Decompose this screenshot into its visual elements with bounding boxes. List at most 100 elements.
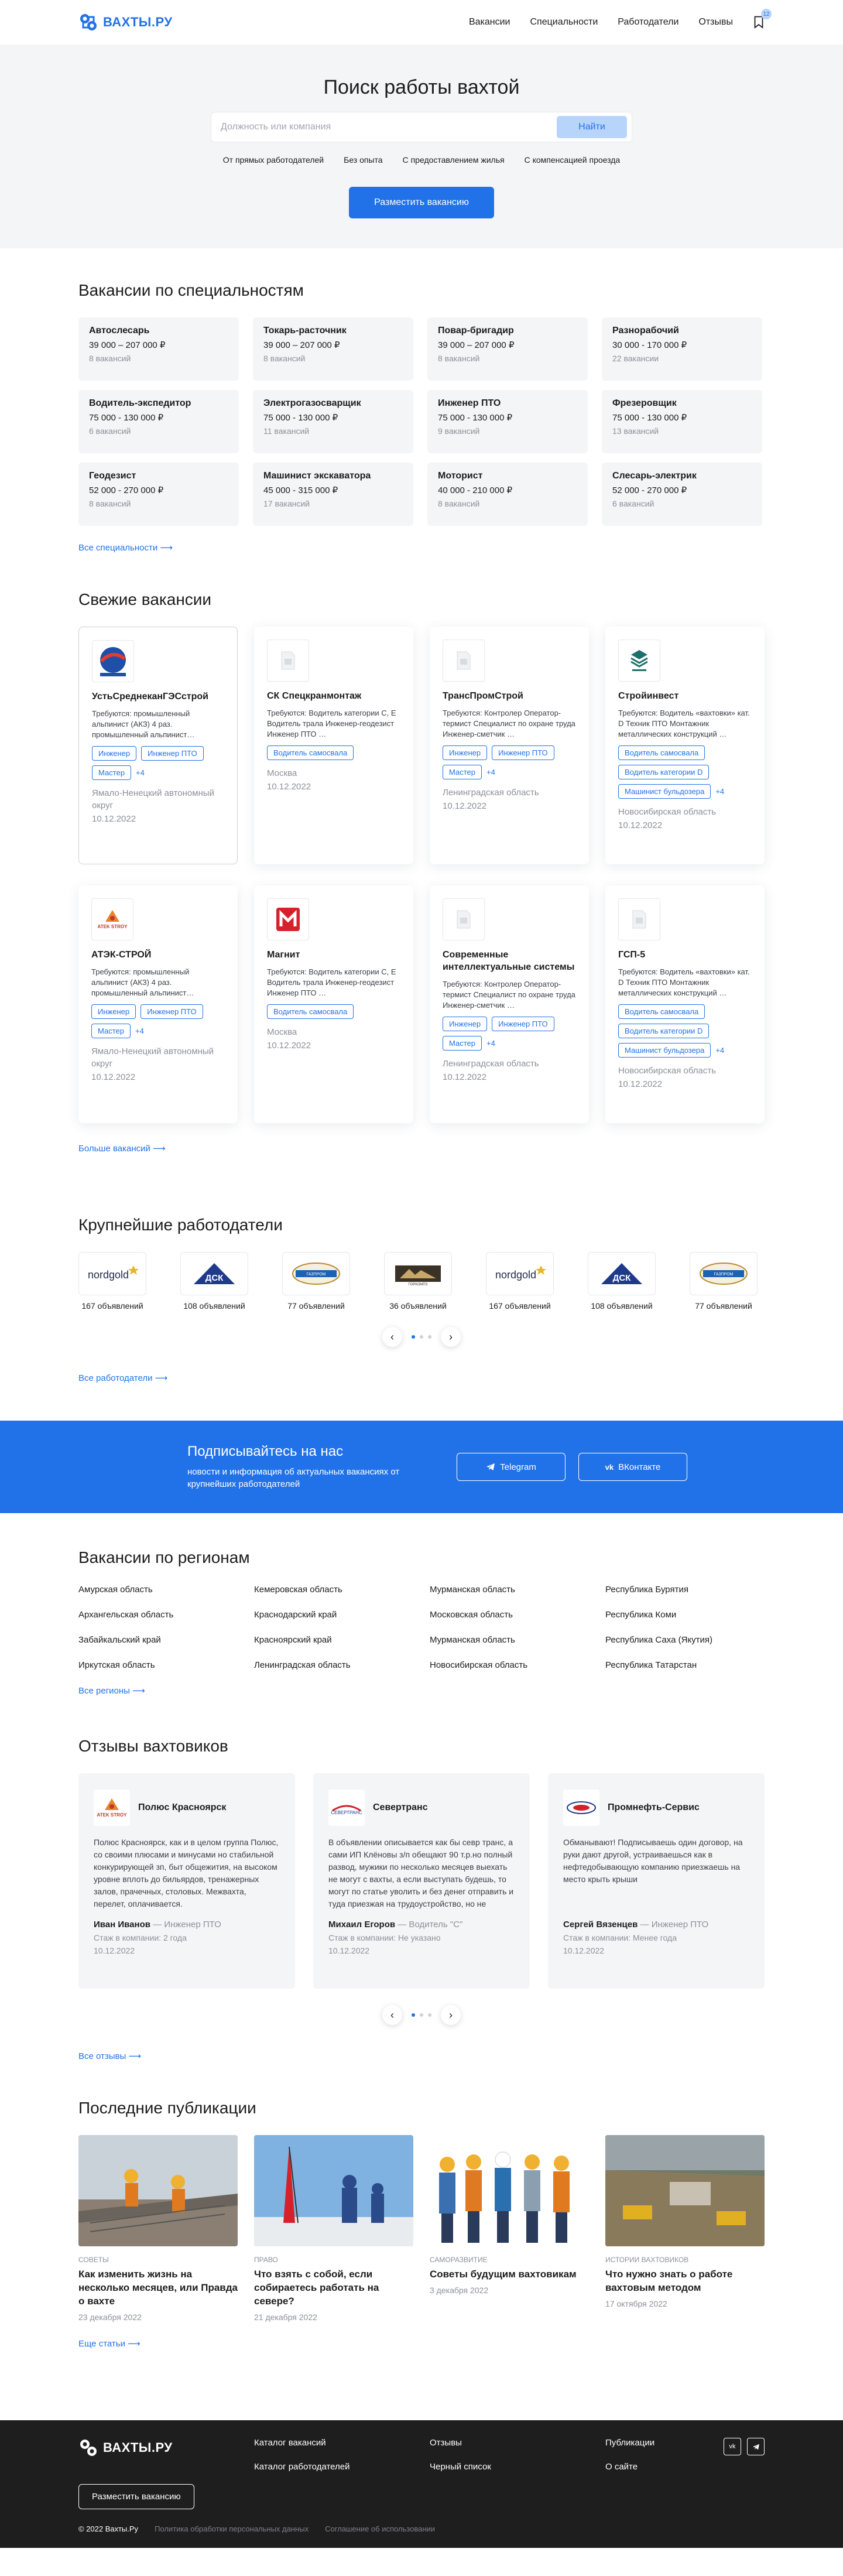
specialty-card[interactable]: Водитель-экспедитор 75 000 - 130 000 ₽ 6 в… xyxy=(78,390,239,453)
all-regions-link[interactable]: Все регионы ⟶ xyxy=(78,1685,145,1696)
telegram-icon[interactable] xyxy=(747,2438,765,2455)
next-arrow-icon[interactable]: › xyxy=(441,1327,461,1347)
region-link[interactable]: Амурская область xyxy=(78,1585,254,1595)
vacancy-card[interactable]: Стройинвест Требуются: Водитель «вахтовки… xyxy=(605,627,765,864)
filter-no-experience[interactable]: Без опыта xyxy=(344,155,382,165)
slider-dot[interactable] xyxy=(428,1335,431,1339)
vacancy-tag[interactable]: Водитель категории D xyxy=(618,765,710,779)
vacancy-card[interactable]: Магнит Требуются: Водитель категории С, Е… xyxy=(254,885,413,1123)
region-link[interactable]: Красноярский край xyxy=(254,1635,430,1645)
specialty-card[interactable]: Автослесарь 39 000 – 207 000 ₽ 8 вакансий xyxy=(78,317,239,381)
prev-arrow-icon[interactable]: ‹ xyxy=(382,2005,402,2025)
slider-dot[interactable] xyxy=(412,1335,415,1339)
footer-link-blacklist[interactable]: Черный список xyxy=(430,2462,491,2472)
vacancy-tag[interactable]: Инженер ПТО xyxy=(140,1004,203,1019)
footer-link-reviews[interactable]: Отзывы xyxy=(430,2438,462,2448)
employer-item[interactable]: ДСК 108 объявлений xyxy=(180,1252,255,1311)
vacancy-tag[interactable]: Инженер ПТО xyxy=(492,1017,554,1031)
company-name[interactable]: ГСП-5 xyxy=(618,949,752,961)
review-company[interactable]: Промнефть-Сервис xyxy=(608,1802,700,1813)
filter-direct-employers[interactable]: От прямых работодателей xyxy=(223,155,324,165)
company-name[interactable]: УстьСреднеканГЭСстрой xyxy=(92,690,224,703)
vacancy-tag[interactable]: Инженер ПТО xyxy=(492,745,554,760)
specialty-card[interactable]: Разнорабочий 30 000 - 170 000 ₽ 22 ваканси… xyxy=(602,317,762,381)
region-link[interactable]: Кемеровская область xyxy=(254,1585,430,1595)
nav-employers[interactable]: Работодатели xyxy=(618,17,678,28)
filter-housing[interactable]: С предоставлением жилья xyxy=(403,155,505,165)
region-link[interactable]: Московская область xyxy=(430,1610,605,1620)
more-tags-link[interactable]: +4 xyxy=(715,1046,724,1055)
filter-travel-compensation[interactable]: С компенсацией проезда xyxy=(525,155,621,165)
company-name[interactable]: Магнит xyxy=(267,949,400,961)
specialty-card[interactable]: Повар-бригадир 39 000 – 207 000 ₽ 8 ваканс… xyxy=(427,317,588,381)
more-tags-link[interactable]: +4 xyxy=(715,787,724,796)
vacancy-tag[interactable]: Инженер xyxy=(91,1004,136,1019)
specialty-card[interactable]: Фрезеровщик 75 000 - 130 000 ₽ 13 вакансий xyxy=(602,390,762,453)
vacancy-tag[interactable]: Инженер xyxy=(443,745,488,760)
nav-reviews[interactable]: Отзывы xyxy=(698,17,733,28)
slider-dot[interactable] xyxy=(412,2013,415,2017)
search-input[interactable] xyxy=(221,122,557,132)
company-name[interactable]: Современные интеллектуальные системы xyxy=(443,949,576,973)
vacancy-tag[interactable]: Мастер xyxy=(91,1024,131,1038)
region-link[interactable]: Республика Татарстан xyxy=(605,1660,781,1670)
vacancy-card[interactable]: ATEK STROY АТЭК-СТРОЙ Требуются: промышлен… xyxy=(78,885,238,1123)
footer-post-vacancy-button[interactable]: Разместить вакансию xyxy=(78,2484,194,2509)
specialty-card[interactable]: Машинист экскаватора 45 000 - 315 000 ₽ 17… xyxy=(253,463,413,526)
vacancy-tag[interactable]: Мастер xyxy=(443,1036,482,1051)
vacancy-card[interactable]: СК Спецкранмонтаж Требуются: Водитель кат… xyxy=(254,627,413,864)
specialty-card[interactable]: Слесарь-электрик 52 000 - 270 000 ₽ 6 вака… xyxy=(602,463,762,526)
review-company[interactable]: Севертранс xyxy=(373,1802,428,1813)
footer-logo[interactable]: ВАХТЫ.РУ xyxy=(78,2438,254,2458)
vacancy-card[interactable]: УстьСреднеканГЭСстрой Требуются: промышле… xyxy=(78,627,238,864)
slider-dot[interactable] xyxy=(420,1335,423,1339)
region-link[interactable]: Иркутская область xyxy=(78,1660,254,1670)
specialty-card[interactable]: Геодезист 52 000 - 270 000 ₽ 8 вакансий xyxy=(78,463,239,526)
specialty-card[interactable]: Моторист 40 000 - 210 000 ₽ 8 вакансий xyxy=(427,463,588,526)
region-link[interactable]: Республика Бурятия xyxy=(605,1585,781,1595)
nav-specialties[interactable]: Специальности xyxy=(530,17,598,28)
region-link[interactable]: Республика Саха (Якутия) xyxy=(605,1635,781,1645)
all-specialties-link[interactable]: Все специальности ⟶ xyxy=(78,542,173,553)
company-name[interactable]: СК Спецкранмонтаж xyxy=(267,690,400,702)
more-tags-link[interactable]: +4 xyxy=(136,768,145,777)
employer-item[interactable]: ГАЗПРОМ 77 объявлений xyxy=(282,1252,357,1311)
terms-link[interactable]: Соглашение об использовании xyxy=(325,2524,435,2533)
vacancy-tag[interactable]: Машинист бульдозера xyxy=(618,1043,711,1058)
company-name[interactable]: АТЭК-СТРОЙ xyxy=(91,949,225,961)
slider-dot[interactable] xyxy=(420,2013,423,2017)
region-link[interactable]: Забайкальский край xyxy=(78,1635,254,1645)
specialty-card[interactable]: Инженер ПТО 75 000 - 130 000 ₽ 9 вакансий xyxy=(427,390,588,453)
vacancy-tag[interactable]: Мастер xyxy=(443,765,482,779)
company-name[interactable]: ТрансПромСтрой xyxy=(443,690,576,702)
privacy-policy-link[interactable]: Политика обработки персональных данных xyxy=(155,2524,309,2533)
vacancy-tag[interactable]: Водитель самосвала xyxy=(618,1004,705,1019)
all-employers-link[interactable]: Все работодатели ⟶ xyxy=(78,1373,167,1383)
vacancy-tag[interactable]: Водитель самосвала xyxy=(618,745,705,760)
footer-link-publications[interactable]: Публикации xyxy=(605,2438,654,2448)
vacancy-card[interactable]: Современные интеллектуальные системы Треб… xyxy=(430,885,589,1123)
vk-button[interactable]: vk ВКонтакте xyxy=(578,1453,687,1481)
vacancy-tag[interactable]: Водитель категории D xyxy=(618,1024,710,1038)
employer-item[interactable]: nordgold 167 объявлений xyxy=(486,1252,561,1311)
site-logo[interactable]: ВАХТЫ.РУ xyxy=(78,12,173,32)
vacancy-tag[interactable]: Машинист бульдозера xyxy=(618,784,711,799)
more-vacancies-link[interactable]: Больше вакансий ⟶ xyxy=(78,1143,166,1154)
footer-link-about[interactable]: О сайте xyxy=(605,2462,638,2472)
vacancy-card[interactable]: ТрансПромСтрой Требуются: Контролер Опера… xyxy=(430,627,589,864)
footer-link-employer-catalog[interactable]: Каталог работодателей xyxy=(254,2462,349,2472)
more-tags-link[interactable]: +4 xyxy=(486,768,495,776)
vacancy-tag[interactable]: Водитель самосвала xyxy=(267,1004,354,1019)
employer-item[interactable]: ГОРКОМПЗ 36 объявлений xyxy=(384,1252,459,1311)
vk-icon[interactable]: vk xyxy=(724,2438,741,2455)
more-tags-link[interactable]: +4 xyxy=(135,1027,144,1035)
publication-card[interactable]: Истории вахтовиков Что нужно знать о рабо… xyxy=(605,2135,765,2322)
vacancy-tag[interactable]: Мастер xyxy=(92,765,131,780)
review-company[interactable]: Полюс Красноярск xyxy=(138,1802,226,1813)
vacancy-tag[interactable]: Инженер xyxy=(443,1017,488,1031)
publication-card[interactable]: Саморазвитие Советы будущим вахтовикам 3 д… xyxy=(430,2135,589,2322)
publication-card[interactable]: Советы Как изменить жизнь на несколько ме… xyxy=(78,2135,238,2322)
telegram-button[interactable]: Telegram xyxy=(457,1453,566,1481)
post-vacancy-button[interactable]: Разместить вакансию xyxy=(349,187,494,218)
all-reviews-link[interactable]: Все отзывы ⟶ xyxy=(78,2051,141,2061)
